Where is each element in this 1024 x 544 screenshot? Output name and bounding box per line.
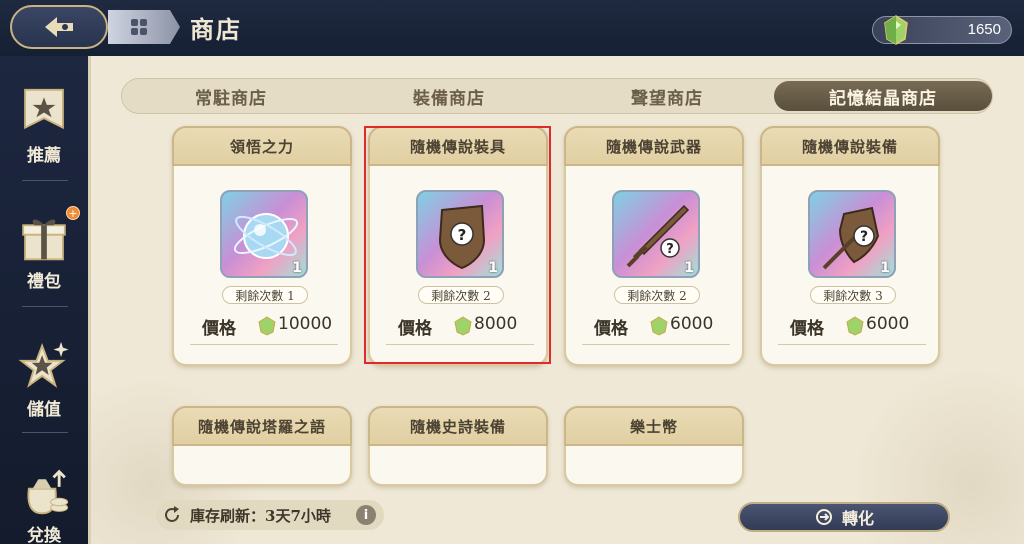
shop-item-card[interactable]: 樂士幣 (564, 406, 744, 486)
price-value: 10000 (278, 314, 333, 334)
card-divider (778, 344, 926, 345)
crystal-gem-icon (650, 316, 668, 336)
coin-bag-icon (27, 469, 69, 515)
tab-equipment-shop[interactable]: 裝備商店 (340, 79, 558, 113)
remaining-count: 剩餘次數 2 (418, 286, 504, 304)
item-quantity: 1 (880, 260, 890, 276)
convert-label: 轉化 (841, 509, 874, 528)
svg-text:?: ? (860, 229, 868, 245)
item-frame: ? 1 (808, 190, 896, 278)
card-title: 隨機傳說塔羅之語 (172, 406, 352, 446)
item-frame: 1 (220, 190, 308, 278)
convert-button[interactable]: 轉化 (738, 502, 950, 532)
price-value: 6000 (866, 314, 910, 334)
page-title: 商店 (190, 15, 242, 44)
shop-item-card[interactable]: 隨機傳說塔羅之語 (172, 406, 352, 486)
card-divider (190, 344, 338, 345)
item-quantity: 1 (488, 260, 498, 276)
card-title: 隨機史詩裝備 (368, 406, 548, 446)
crystal-gem-icon (454, 316, 472, 336)
card-divider (386, 344, 534, 345)
back-arrow-icon (45, 17, 73, 37)
sidebar-divider (22, 432, 68, 433)
tab-reputation-shop[interactable]: 聲望商店 (558, 79, 776, 113)
price-label: 價格 (398, 319, 432, 339)
shop-menu-chip[interactable] (108, 10, 180, 44)
tab-regular-shop[interactable]: 常駐商店 (122, 79, 340, 113)
sidebar-divider (22, 180, 68, 181)
item-quantity: 1 (292, 260, 302, 276)
sidebar-item-label: 推薦 (27, 146, 61, 166)
top-bar: 商店 1650 (0, 0, 1024, 56)
crystal-gem-icon (884, 15, 908, 45)
shop-item-card[interactable]: 隨機傳說裝備 ? 1 剩餘次數 3 價格 6000 (760, 126, 940, 366)
back-button[interactable] (10, 5, 108, 49)
sparkle-star-icon (18, 341, 69, 388)
crystal-gem-icon (258, 316, 276, 336)
svg-text:?: ? (458, 226, 467, 244)
shop-item-card[interactable]: 隨機史詩裝備 (368, 406, 548, 486)
currency-display[interactable]: 1650 (872, 15, 1012, 45)
refresh-text: 庫存刷新：3天7小時 (190, 506, 331, 525)
tab-memory-crystal-shop[interactable]: 記憶結晶商店 (774, 81, 992, 111)
sidebar-item-exchange[interactable]: 兌換 (0, 436, 88, 544)
shop-item-card[interactable]: 領悟之力 1 剩餘次數 1 價格 10000 (172, 126, 352, 366)
card-title: 樂士幣 (564, 406, 744, 446)
remaining-count: 剩餘次數 1 (222, 286, 308, 304)
card-title: 領悟之力 (172, 126, 352, 166)
convert-icon (815, 509, 832, 525)
currency-amount: 1650 (967, 21, 1001, 38)
gift-box-icon (22, 219, 66, 261)
sidebar-item-recommend[interactable]: 推薦 (0, 56, 88, 166)
remaining-count: 剩餘次數 2 (614, 286, 700, 304)
card-title: 隨機傳說武器 (564, 126, 744, 166)
svg-text:?: ? (666, 242, 674, 257)
sidebar: 推薦 禮包 + 儲值 兌換 (0, 56, 88, 544)
sidebar-divider (22, 306, 68, 307)
card-title: 隨機傳說裝備 (760, 126, 940, 166)
sidebar-item-label: 兌換 (27, 526, 61, 544)
sidebar-item-topup[interactable]: 儲值 (0, 310, 88, 420)
sidebar-item-gift[interactable]: 禮包 + (0, 182, 88, 292)
item-quantity: 1 (684, 260, 694, 276)
stock-refresh-bar: 庫存刷新：3天7小時 i (156, 500, 384, 530)
card-title: 隨機傳說裝具 (368, 126, 548, 166)
price-label: 價格 (790, 319, 824, 339)
star-banner-icon (24, 88, 64, 130)
info-icon[interactable]: i (356, 505, 376, 525)
price-label: 價格 (202, 319, 236, 339)
crystal-gem-icon (846, 316, 864, 336)
item-frame: ? 1 (416, 190, 504, 278)
card-divider (582, 344, 730, 345)
refresh-icon (165, 506, 179, 522)
item-frame: ? 1 (612, 190, 700, 278)
price-label: 價格 (594, 319, 628, 339)
shop-tabs: 常駐商店 裝備商店 聲望商店 記憶結晶商店 (121, 78, 993, 114)
notification-badge: + (66, 206, 80, 220)
price-value: 6000 (670, 314, 714, 334)
remaining-count: 剩餘次數 3 (810, 286, 896, 304)
shop-item-card[interactable]: 隨機傳說武器 ? 1 剩餘次數 2 價格 6000 (564, 126, 744, 366)
price-value: 8000 (474, 314, 518, 334)
sidebar-item-label: 禮包 (27, 272, 61, 292)
shop-item-card[interactable]: 隨機傳說裝具 ? 1 剩餘次數 2 價格 8000 (368, 126, 548, 366)
clover-icon (131, 19, 147, 35)
sidebar-item-label: 儲值 (27, 400, 61, 420)
